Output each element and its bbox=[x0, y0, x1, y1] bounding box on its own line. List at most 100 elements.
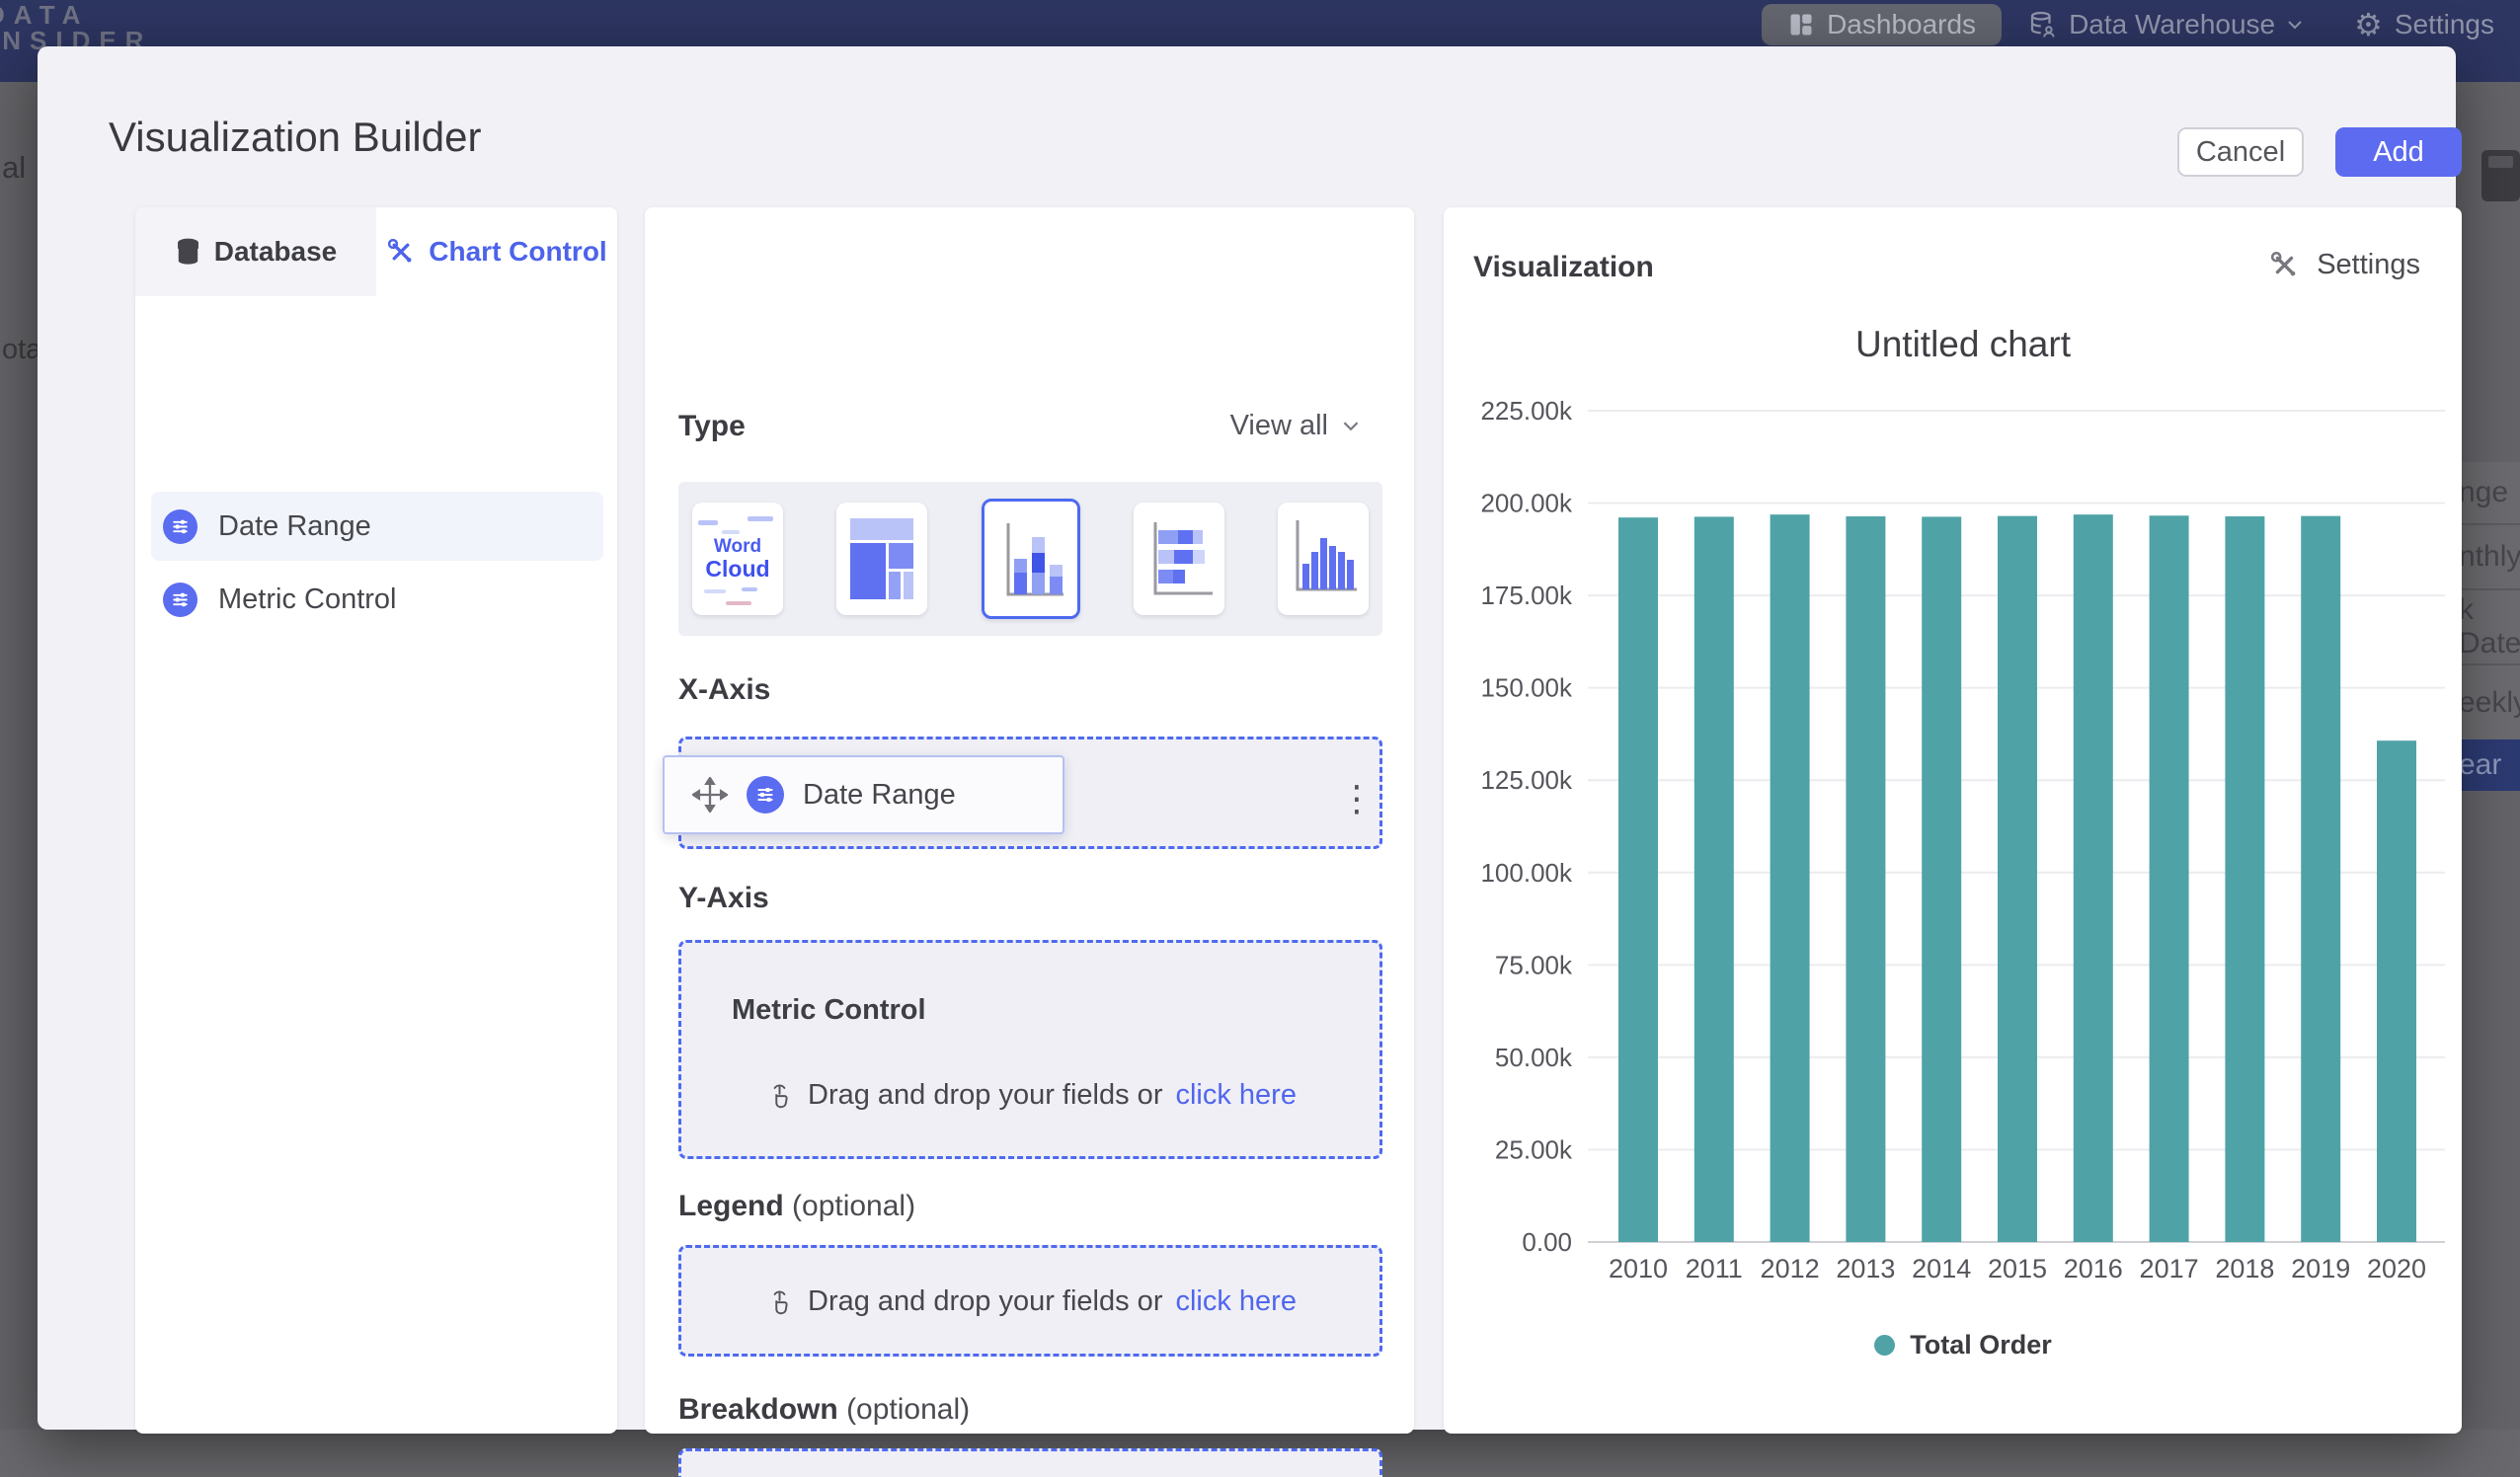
svg-text:225.00k: 225.00k bbox=[1480, 396, 1573, 426]
tab-chart-control[interactable]: Chart Control bbox=[376, 207, 617, 296]
control-icon bbox=[747, 776, 784, 814]
svg-text:2011: 2011 bbox=[1686, 1254, 1743, 1283]
legend-dropzone[interactable]: Drag and drop your fields or click here bbox=[678, 1245, 1382, 1357]
svg-text:2013: 2013 bbox=[1836, 1254, 1895, 1283]
fields-panel-tabs: Database Chart Control bbox=[135, 207, 617, 296]
chip-label: Date Range bbox=[803, 779, 956, 812]
top-nav: Dashboards Data Warehouse ⚙ Setting bbox=[1762, 4, 2520, 45]
dashboard-icon bbox=[1787, 11, 1815, 39]
menu-item[interactable]: eekly bbox=[2456, 663, 2520, 739]
breakdown-section-label: Breakdown (optional) bbox=[678, 1393, 970, 1427]
legend-dot bbox=[1874, 1335, 1895, 1356]
svg-text:2019: 2019 bbox=[2291, 1254, 2350, 1283]
svg-text:125.00k: 125.00k bbox=[1480, 765, 1573, 795]
svg-text:0.00: 0.00 bbox=[1522, 1227, 1572, 1257]
svg-text:200.00k: 200.00k bbox=[1480, 489, 1573, 518]
menu-item-selected[interactable]: ear bbox=[2456, 739, 2520, 791]
background-dropdown-menu: nge nthly k Date eekly ear bbox=[2456, 462, 2520, 791]
chevron-down-icon bbox=[1342, 421, 1360, 432]
visualization-builder-modal: Visualization Builder Cancel Add Databas… bbox=[38, 46, 2456, 1430]
word-cloud-word2: Cloud bbox=[692, 556, 783, 583]
chart-type-stacked-bar[interactable] bbox=[1134, 503, 1224, 615]
menu-item[interactable]: k Date bbox=[2456, 588, 2520, 663]
cancel-button[interactable]: Cancel bbox=[2177, 127, 2304, 177]
chevron-down-icon bbox=[2287, 20, 2303, 31]
svg-text:2015: 2015 bbox=[1988, 1254, 2047, 1283]
field-item-label: Metric Control bbox=[218, 583, 397, 616]
view-all-dropdown[interactable]: View all bbox=[1230, 410, 1360, 442]
click-here-link[interactable]: click here bbox=[1175, 1079, 1297, 1112]
tab-database[interactable]: Database bbox=[135, 207, 376, 296]
legend-series-label: Total Order bbox=[1910, 1330, 2052, 1360]
nav-data-warehouse[interactable]: Data Warehouse bbox=[2002, 4, 2328, 45]
x-axis-field-chip[interactable]: Date Range bbox=[663, 755, 1064, 834]
settings-label: Settings bbox=[2317, 249, 2420, 281]
background-text-fragment: ota bbox=[2, 334, 41, 366]
y-axis-placeholder-title: Metric Control bbox=[732, 994, 926, 1027]
nav-dashboards-label: Dashboards bbox=[1827, 9, 1976, 40]
add-button[interactable]: Add bbox=[2335, 127, 2462, 177]
modal-title: Visualization Builder bbox=[109, 114, 481, 161]
chart-legend: Total Order bbox=[1475, 1330, 2451, 1360]
chart-type-treemap[interactable] bbox=[836, 503, 927, 615]
hint-text: Drag and drop your fields or bbox=[808, 1285, 1162, 1318]
kebab-menu-icon[interactable]: ⋮ bbox=[1339, 785, 1375, 815]
background-text-fragment: al bbox=[2, 150, 26, 186]
svg-text:50.00k: 50.00k bbox=[1495, 1043, 1573, 1072]
hint-text: Drag and drop your fields or bbox=[808, 1079, 1162, 1112]
x-axis-label: X-Axis bbox=[678, 673, 770, 707]
logo-line1: DATA bbox=[0, 2, 152, 28]
save-icon bbox=[2481, 150, 2520, 201]
field-item-label: Date Range bbox=[218, 510, 371, 543]
gear-icon: ⚙ bbox=[2354, 6, 2383, 43]
fields-panel: Database Chart Control bbox=[135, 207, 617, 1434]
y-axis-dropzone[interactable]: Metric Control Drag and drop your fields… bbox=[678, 940, 1382, 1159]
svg-text:2018: 2018 bbox=[2215, 1254, 2274, 1283]
svg-text:100.00k: 100.00k bbox=[1480, 858, 1573, 888]
dropzone-hint: Drag and drop your fields or click here bbox=[681, 1285, 1379, 1318]
dropzone-hint: Drag and drop your fields or click here bbox=[681, 1079, 1379, 1112]
bar-chart: 225.00k200.00k175.00k150.00k125.00k100.0… bbox=[1475, 395, 2451, 1318]
y-axis-label: Y-Axis bbox=[678, 882, 769, 915]
control-icon bbox=[163, 583, 197, 617]
tools-icon bbox=[2269, 250, 2300, 280]
svg-text:2010: 2010 bbox=[1609, 1254, 1668, 1283]
legend-section-label: Legend (optional) bbox=[678, 1190, 915, 1223]
svg-text:2020: 2020 bbox=[2367, 1254, 2426, 1283]
database-icon bbox=[175, 237, 201, 267]
menu-item[interactable]: nge bbox=[2456, 462, 2520, 523]
nav-settings-label: Settings bbox=[2395, 9, 2494, 40]
menu-item[interactable]: nthly bbox=[2456, 523, 2520, 588]
settings-button[interactable]: Settings bbox=[2269, 249, 2420, 281]
nav-dashboards[interactable]: Dashboards bbox=[1762, 4, 2002, 45]
chart-title: Untitled chart bbox=[1475, 324, 2451, 365]
view-all-label: View all bbox=[1230, 410, 1328, 442]
svg-text:25.00k: 25.00k bbox=[1495, 1134, 1573, 1164]
visualization-title: Visualization bbox=[1473, 251, 1654, 284]
svg-text:175.00k: 175.00k bbox=[1480, 581, 1573, 610]
breakdown-dropzone[interactable]: Drag and drop your fields or click here bbox=[678, 1448, 1382, 1477]
nav-settings[interactable]: ⚙ Settings bbox=[2328, 4, 2520, 45]
tools-icon bbox=[386, 237, 416, 267]
tap-icon bbox=[764, 1080, 795, 1111]
word-cloud-word1: Word bbox=[692, 536, 783, 558]
database-user-icon bbox=[2027, 10, 2057, 39]
svg-text:75.00k: 75.00k bbox=[1495, 950, 1573, 979]
svg-text:2012: 2012 bbox=[1761, 1254, 1820, 1283]
chart-type-stacked-column[interactable] bbox=[982, 499, 1080, 619]
field-item-date-range[interactable]: Date Range bbox=[151, 492, 603, 561]
builder-panel: Type View all Word Cloud bbox=[645, 207, 1414, 1434]
nav-data-warehouse-label: Data Warehouse bbox=[2069, 9, 2275, 40]
chart-type-column[interactable] bbox=[1278, 503, 1369, 615]
svg-text:2016: 2016 bbox=[2064, 1254, 2123, 1283]
chart-type-word-cloud[interactable]: Word Cloud bbox=[692, 503, 783, 615]
svg-text:2014: 2014 bbox=[1912, 1254, 1971, 1283]
svg-text:2017: 2017 bbox=[2140, 1254, 2199, 1283]
visualization-panel: Visualization Settings Untitled chart 22… bbox=[1444, 207, 2462, 1434]
field-item-metric-control[interactable]: Metric Control bbox=[151, 565, 603, 634]
click-here-link[interactable]: click here bbox=[1175, 1285, 1297, 1318]
tab-chart-control-label: Chart Control bbox=[429, 236, 606, 268]
tap-icon bbox=[764, 1286, 795, 1317]
type-label: Type bbox=[678, 410, 746, 443]
screen: DATA INSIDER Dashboards bbox=[0, 0, 2520, 1477]
